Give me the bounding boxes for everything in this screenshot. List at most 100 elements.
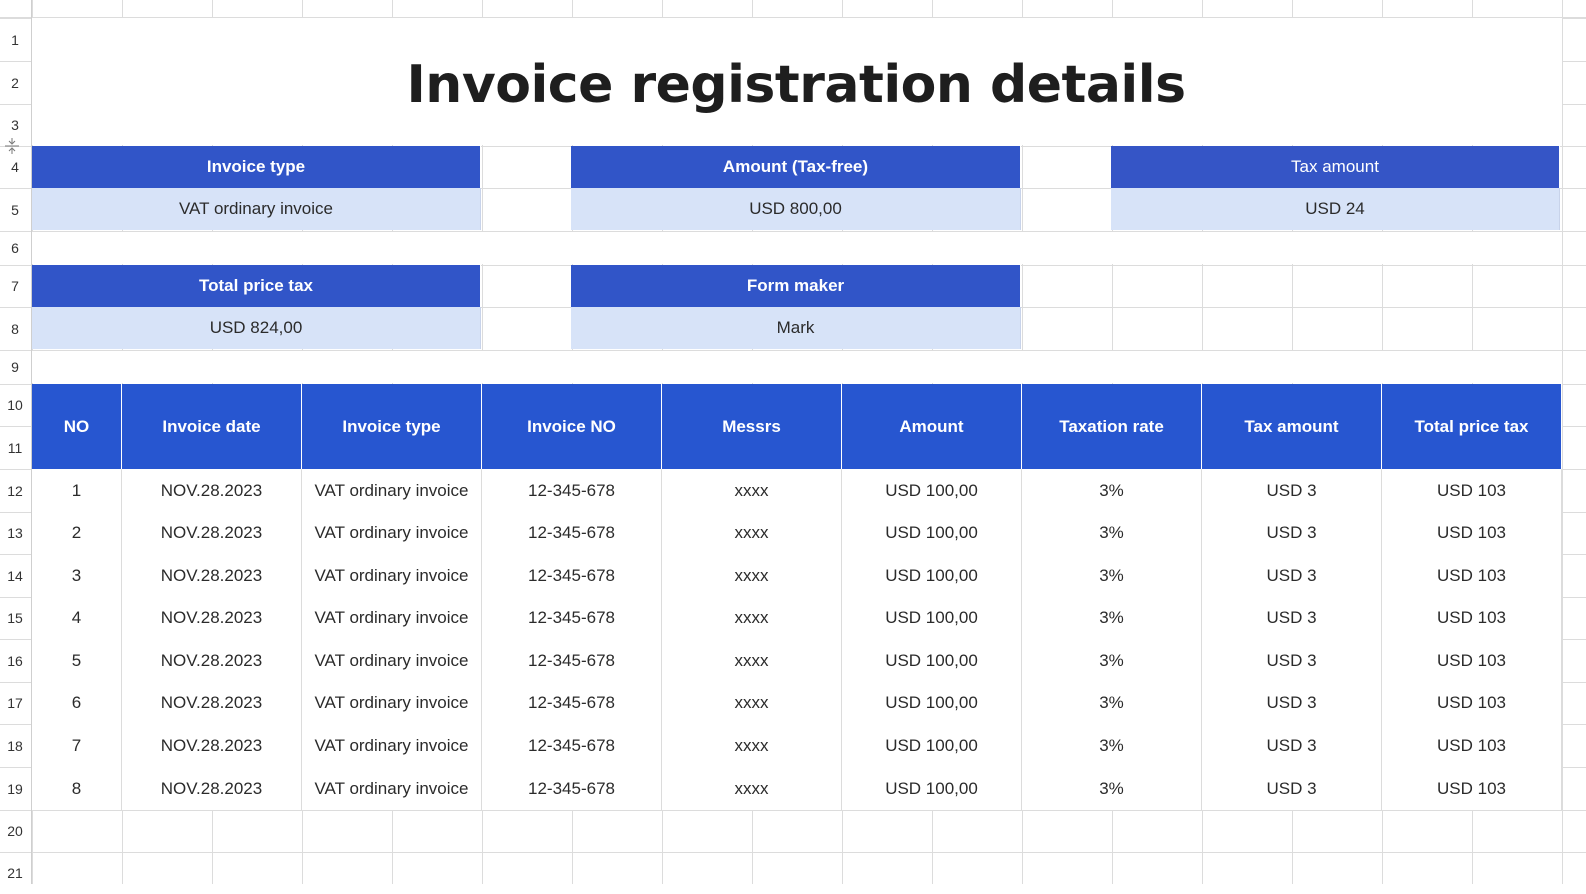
table-cell[interactable]: USD 3 [1202, 639, 1382, 683]
row-number[interactable]: 6 [0, 231, 30, 265]
row-number[interactable]: 19 [0, 767, 30, 810]
table-cell[interactable]: USD 103 [1382, 597, 1562, 640]
table-header-cell[interactable]: Invoice NO [482, 384, 662, 469]
table-cell[interactable]: USD 100,00 [842, 512, 1022, 555]
row-number[interactable]: 2 [0, 61, 30, 104]
table-cell[interactable]: USD 103 [1382, 682, 1562, 725]
table-cell[interactable]: VAT ordinary invoice [302, 639, 482, 683]
table-cell[interactable]: 12-345-678 [482, 554, 662, 598]
table-header-cell[interactable]: Invoice type [302, 384, 482, 469]
table-cell[interactable]: VAT ordinary invoice [302, 597, 482, 640]
table-cell[interactable]: 12-345-678 [482, 767, 662, 811]
table-header-cell[interactable]: Invoice date [122, 384, 302, 469]
table-cell[interactable]: VAT ordinary invoice [302, 682, 482, 725]
summary-amount-label[interactable]: Amount (Tax-free) [571, 146, 1021, 188]
table-cell[interactable]: 12-345-678 [482, 512, 662, 555]
table-cell[interactable]: USD 103 [1382, 639, 1562, 683]
table-cell[interactable]: USD 103 [1382, 724, 1562, 768]
table-cell[interactable]: NOV.28.2023 [122, 767, 302, 811]
table-cell[interactable]: xxxx [662, 469, 842, 513]
table-cell[interactable]: VAT ordinary invoice [302, 469, 482, 513]
table-cell[interactable]: USD 103 [1382, 469, 1562, 513]
table-cell[interactable]: USD 100,00 [842, 597, 1022, 640]
row-number[interactable]: 17 [0, 682, 30, 724]
row-number[interactable]: 12 [0, 469, 30, 512]
table-cell[interactable]: USD 103 [1382, 767, 1562, 811]
table-cell[interactable]: USD 3 [1202, 682, 1382, 725]
table-cell[interactable]: 8 [32, 767, 122, 811]
row-number[interactable]: 14 [0, 554, 30, 597]
summary-form-maker-label[interactable]: Form maker [571, 265, 1021, 307]
row-number[interactable]: 7 [0, 265, 30, 307]
table-header-cell[interactable]: Amount [842, 384, 1022, 469]
table-header-cell[interactable]: Messrs [662, 384, 842, 469]
row-resize-icon[interactable] [3, 137, 21, 155]
table-cell[interactable]: USD 3 [1202, 512, 1382, 555]
table-header-cell[interactable]: Total price tax [1382, 384, 1562, 469]
table-cell[interactable]: 3% [1022, 724, 1202, 768]
table-cell[interactable]: USD 103 [1382, 554, 1562, 598]
table-cell[interactable]: USD 3 [1202, 469, 1382, 513]
table-cell[interactable]: NOV.28.2023 [122, 597, 302, 640]
table-cell[interactable]: xxxx [662, 682, 842, 725]
table-cell[interactable]: 12-345-678 [482, 639, 662, 683]
table-cell[interactable]: 5 [32, 639, 122, 683]
table-cell[interactable]: USD 100,00 [842, 767, 1022, 811]
row-number[interactable]: 15 [0, 597, 30, 639]
table-cell[interactable]: USD 3 [1202, 767, 1382, 811]
table-cell[interactable]: USD 100,00 [842, 554, 1022, 598]
row-number[interactable]: 8 [0, 307, 30, 350]
table-cell[interactable]: NOV.28.2023 [122, 512, 302, 555]
table-cell[interactable]: NOV.28.2023 [122, 724, 302, 768]
table-cell[interactable]: xxxx [662, 767, 842, 811]
table-cell[interactable]: 3 [32, 554, 122, 598]
table-cell[interactable]: NOV.28.2023 [122, 639, 302, 683]
row-number[interactable]: 11 [0, 426, 30, 469]
table-cell[interactable]: 12-345-678 [482, 469, 662, 513]
table-cell[interactable]: 7 [32, 724, 122, 768]
table-cell[interactable]: xxxx [662, 639, 842, 683]
table-cell[interactable]: USD 100,00 [842, 469, 1022, 513]
table-cell[interactable]: VAT ordinary invoice [302, 512, 482, 555]
table-cell[interactable]: VAT ordinary invoice [302, 554, 482, 598]
table-cell[interactable]: NOV.28.2023 [122, 554, 302, 598]
summary-invoice-type-label[interactable]: Invoice type [32, 146, 481, 188]
table-cell[interactable]: 3% [1022, 767, 1202, 811]
table-cell[interactable]: 3% [1022, 597, 1202, 640]
table-cell[interactable]: 12-345-678 [482, 682, 662, 725]
table-header-cell[interactable]: Taxation rate [1022, 384, 1202, 469]
row-number[interactable]: 9 [0, 350, 30, 384]
table-cell[interactable]: 3% [1022, 512, 1202, 555]
row-number[interactable]: 20 [0, 810, 30, 852]
table-cell[interactable]: 12-345-678 [482, 597, 662, 640]
row-number[interactable]: 21 [0, 852, 30, 894]
table-cell[interactable]: USD 100,00 [842, 682, 1022, 725]
table-cell[interactable]: xxxx [662, 724, 842, 768]
table-cell[interactable]: USD 100,00 [842, 724, 1022, 768]
table-cell[interactable]: 6 [32, 682, 122, 725]
summary-amount-value[interactable]: USD 800,00 [571, 188, 1021, 230]
table-cell[interactable]: NOV.28.2023 [122, 469, 302, 513]
table-cell[interactable]: USD 3 [1202, 554, 1382, 598]
table-cell[interactable]: USD 103 [1382, 512, 1562, 555]
summary-form-maker-value[interactable]: Mark [571, 307, 1021, 349]
summary-total-price-tax-label[interactable]: Total price tax [32, 265, 481, 307]
table-cell[interactable]: 1 [32, 469, 122, 513]
summary-total-price-tax-value[interactable]: USD 824,00 [32, 307, 481, 349]
table-cell[interactable]: 12-345-678 [482, 724, 662, 768]
table-cell[interactable]: 3% [1022, 682, 1202, 725]
summary-tax-amount-value[interactable]: USD 24 [1111, 188, 1560, 230]
table-cell[interactable]: 3% [1022, 554, 1202, 598]
row-number[interactable]: 1 [0, 18, 30, 61]
table-cell[interactable]: xxxx [662, 554, 842, 598]
table-cell[interactable]: 4 [32, 597, 122, 640]
row-number[interactable]: 18 [0, 724, 30, 767]
summary-tax-amount-label[interactable]: Tax amount [1111, 146, 1560, 188]
row-number[interactable]: 10 [0, 384, 30, 426]
table-cell[interactable]: xxxx [662, 597, 842, 640]
row-number[interactable]: 16 [0, 639, 30, 682]
table-cell[interactable]: VAT ordinary invoice [302, 724, 482, 768]
table-cell[interactable]: 3% [1022, 639, 1202, 683]
table-header-cell[interactable]: NO [32, 384, 122, 469]
table-cell[interactable]: VAT ordinary invoice [302, 767, 482, 811]
